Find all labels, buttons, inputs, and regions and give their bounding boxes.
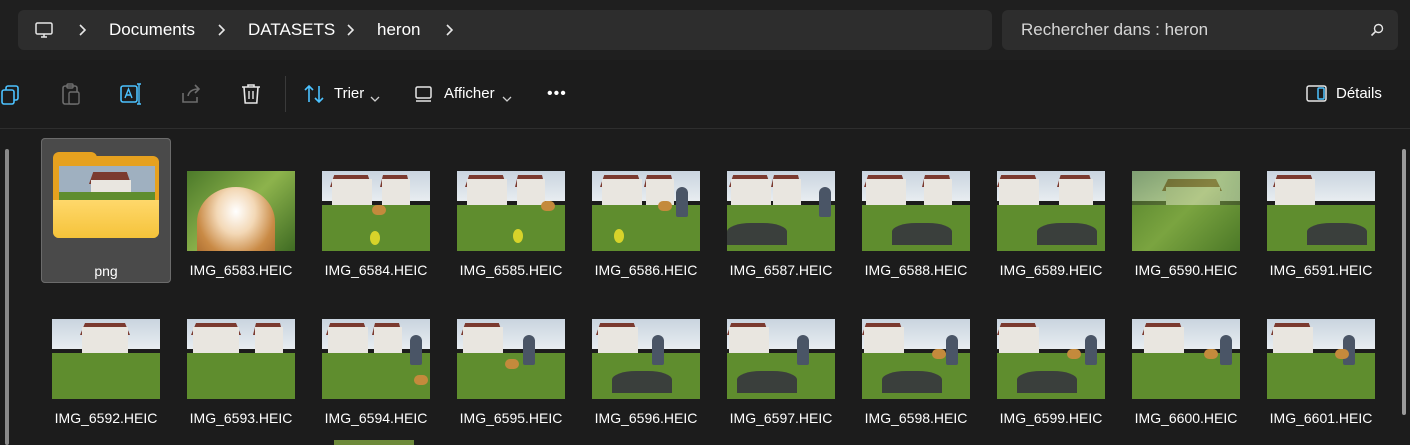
file-name: IMG_6598.HEIC bbox=[864, 410, 968, 426]
file-item[interactable]: IMG_6589.HEIC bbox=[986, 138, 1116, 283]
file-item[interactable]: IMG_6590.HEIC bbox=[1121, 138, 1251, 283]
file-name: IMG_6589.HEIC bbox=[999, 262, 1103, 278]
chevron-right-icon[interactable] bbox=[215, 22, 227, 43]
file-name: IMG_6596.HEIC bbox=[594, 410, 698, 426]
file-item[interactable]: IMG_6601.HEIC bbox=[1256, 286, 1386, 431]
thumbnail bbox=[1132, 319, 1240, 399]
thumbnail bbox=[1132, 171, 1240, 251]
breadcrumb-datasets[interactable]: DATASETS bbox=[248, 10, 335, 50]
thumbnail bbox=[1267, 319, 1375, 399]
thumbnail bbox=[997, 171, 1105, 251]
thumbnail bbox=[457, 171, 565, 251]
file-item[interactable]: IMG_6597.HEIC bbox=[716, 286, 846, 431]
thumbnail bbox=[997, 319, 1105, 399]
file-item[interactable]: IMG_6586.HEIC bbox=[581, 138, 711, 283]
search-placeholder: Rechercher dans : heron bbox=[1021, 20, 1209, 39]
thumbnail bbox=[322, 171, 430, 251]
file-name: IMG_6590.HEIC bbox=[1134, 262, 1238, 278]
file-item[interactable]: IMG_6594.HEIC bbox=[311, 286, 441, 431]
folder-preview bbox=[59, 166, 155, 202]
file-item[interactable]: IMG_6592.HEIC bbox=[41, 286, 171, 431]
folder-item[interactable]: png bbox=[41, 138, 171, 283]
file-item[interactable]: IMG_6588.HEIC bbox=[851, 138, 981, 283]
toolbar-divider bbox=[285, 76, 286, 112]
rename-icon[interactable] bbox=[119, 82, 143, 111]
nav-pane-scrollbar[interactable] bbox=[5, 149, 9, 445]
file-name: IMG_6600.HEIC bbox=[1134, 410, 1238, 426]
file-name: IMG_6597.HEIC bbox=[729, 410, 833, 426]
view-button[interactable]: Afficher bbox=[444, 60, 495, 128]
vertical-scrollbar[interactable] bbox=[1402, 149, 1406, 415]
file-grid: png IMG_6583.HEIC IMG_6584.HEIC IMG_6585… bbox=[0, 129, 1410, 445]
file-name: IMG_6593.HEIC bbox=[189, 410, 293, 426]
thumbnail bbox=[1267, 171, 1375, 251]
chevron-down-icon[interactable] bbox=[370, 90, 380, 108]
chevron-right-icon[interactable] bbox=[344, 22, 356, 43]
thumbnail bbox=[187, 171, 295, 251]
address-bar[interactable]: Documents DATASETS heron bbox=[18, 10, 992, 50]
file-name: IMG_6591.HEIC bbox=[1269, 262, 1373, 278]
details-button[interactable]: Détails bbox=[1336, 60, 1382, 128]
thumbnail bbox=[862, 319, 970, 399]
breadcrumb-heron[interactable]: heron bbox=[377, 10, 420, 50]
sort-icon[interactable] bbox=[303, 82, 325, 111]
file-item[interactable]: IMG_6593.HEIC bbox=[176, 286, 306, 431]
folder-name: png bbox=[94, 263, 118, 279]
chevron-down-icon[interactable] bbox=[502, 90, 512, 108]
thumbnail bbox=[727, 319, 835, 399]
file-name: IMG_6588.HEIC bbox=[864, 262, 968, 278]
address-bar-region: Documents DATASETS heron Rechercher dans… bbox=[0, 0, 1410, 60]
share-icon[interactable] bbox=[180, 82, 202, 111]
sort-button[interactable]: Trier bbox=[334, 60, 364, 128]
delete-icon[interactable] bbox=[240, 82, 262, 111]
file-item[interactable]: IMG_6596.HEIC bbox=[581, 286, 711, 431]
file-item[interactable]: IMG_6583.HEIC bbox=[176, 138, 306, 283]
file-name: IMG_6585.HEIC bbox=[459, 262, 563, 278]
this-pc-icon[interactable] bbox=[34, 20, 54, 45]
file-name: IMG_6586.HEIC bbox=[594, 262, 698, 278]
thumbnail bbox=[322, 319, 430, 399]
view-icon[interactable] bbox=[414, 82, 434, 111]
file-item[interactable]: IMG_6584.HEIC bbox=[311, 138, 441, 283]
thumbnail bbox=[187, 319, 295, 399]
chevron-right-icon[interactable] bbox=[443, 22, 455, 43]
file-name: IMG_6594.HEIC bbox=[324, 410, 428, 426]
file-item[interactable]: IMG_6600.HEIC bbox=[1121, 286, 1251, 431]
file-item[interactable]: IMG_6591.HEIC bbox=[1256, 138, 1386, 283]
file-name: IMG_6595.HEIC bbox=[459, 410, 563, 426]
file-item[interactable]: IMG_6585.HEIC bbox=[446, 138, 576, 283]
file-item[interactable]: IMG_6587.HEIC bbox=[716, 138, 846, 283]
thumbnail-partial bbox=[334, 440, 414, 445]
more-options-button[interactable]: ••• bbox=[547, 60, 567, 128]
file-item[interactable]: IMG_6598.HEIC bbox=[851, 286, 981, 431]
thumbnail bbox=[52, 319, 160, 399]
thumbnail bbox=[727, 171, 835, 251]
command-bar: Trier Afficher ••• Détails bbox=[0, 60, 1410, 129]
file-name: IMG_6601.HEIC bbox=[1269, 410, 1373, 426]
search-input[interactable]: Rechercher dans : heron bbox=[1002, 10, 1398, 50]
chevron-right-icon[interactable] bbox=[76, 22, 88, 43]
file-name: IMG_6587.HEIC bbox=[729, 262, 833, 278]
copy-icon[interactable] bbox=[0, 82, 22, 111]
thumbnail bbox=[862, 171, 970, 251]
file-name: IMG_6599.HEIC bbox=[999, 410, 1103, 426]
file-name: IMG_6584.HEIC bbox=[324, 262, 428, 278]
search-icon[interactable] bbox=[1370, 23, 1384, 42]
breadcrumb-documents[interactable]: Documents bbox=[109, 10, 195, 50]
thumbnail bbox=[592, 171, 700, 251]
file-item[interactable]: IMG_6595.HEIC bbox=[446, 286, 576, 431]
file-item[interactable]: IMG_6599.HEIC bbox=[986, 286, 1116, 431]
file-name: IMG_6583.HEIC bbox=[189, 262, 293, 278]
thumbnail bbox=[457, 319, 565, 399]
details-pane-icon[interactable] bbox=[1306, 84, 1328, 109]
file-name: IMG_6592.HEIC bbox=[54, 410, 158, 426]
paste-icon[interactable] bbox=[60, 82, 82, 111]
thumbnail bbox=[592, 319, 700, 399]
